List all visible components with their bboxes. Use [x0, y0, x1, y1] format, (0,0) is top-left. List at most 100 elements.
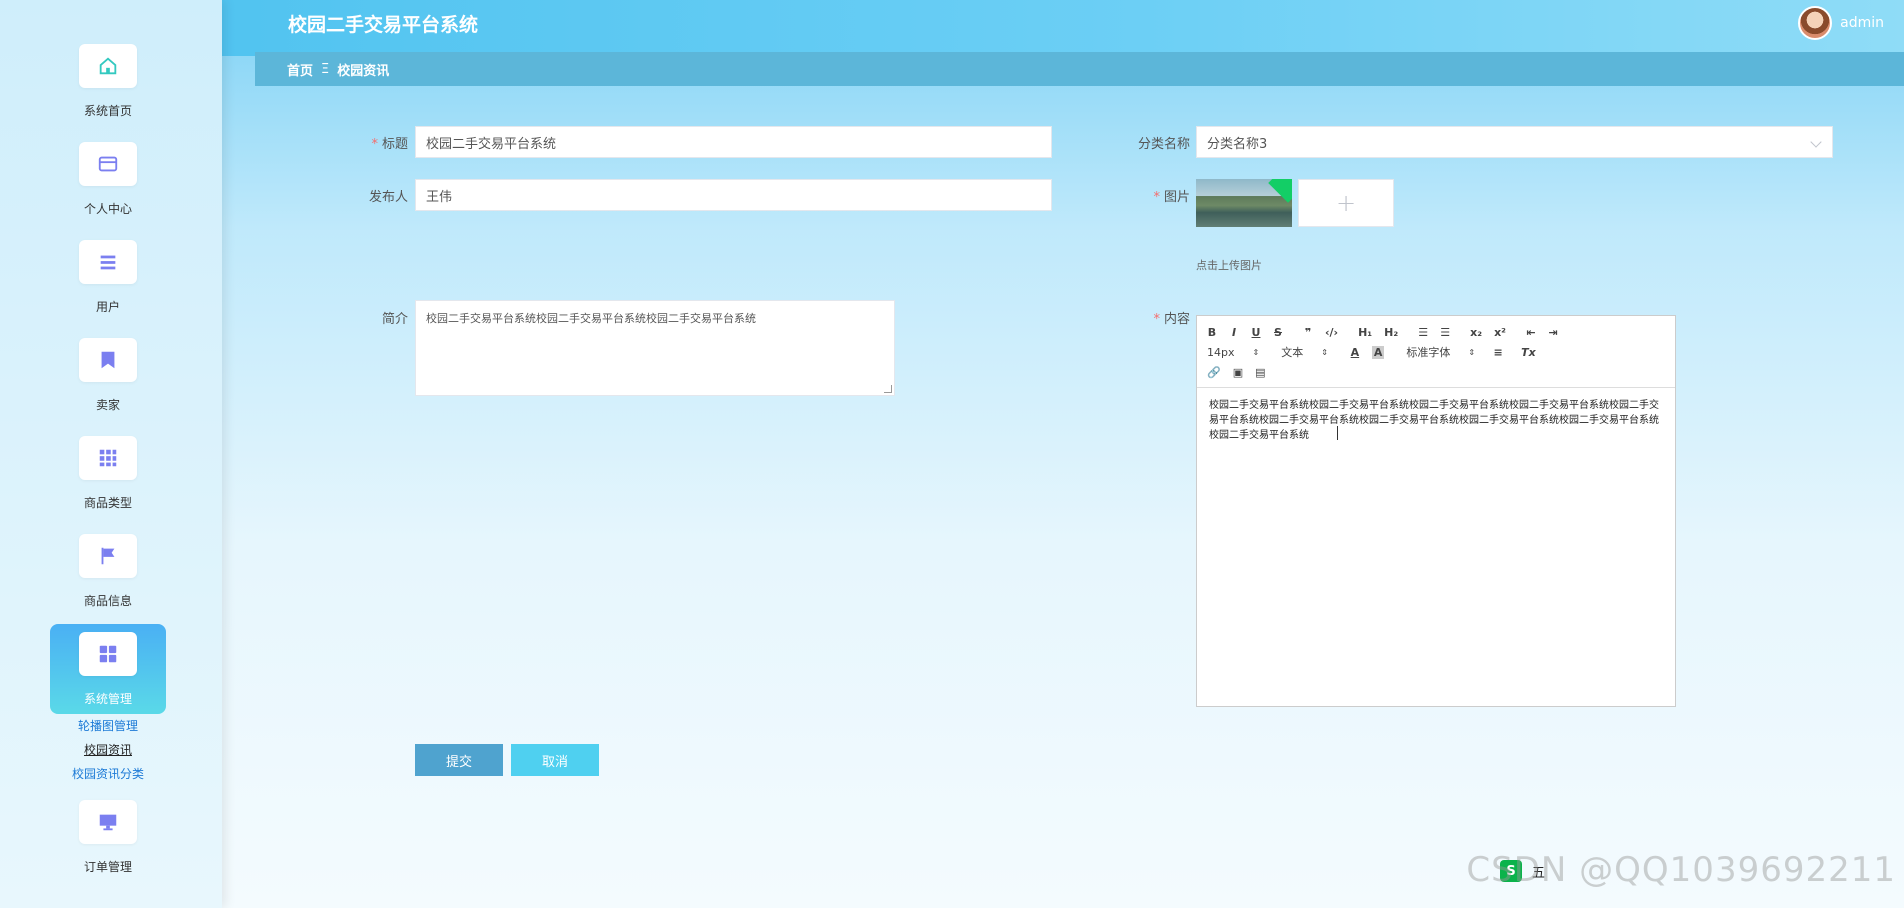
sidebar-item-label: 系统管理: [83, 692, 132, 706]
submenu-item-news-category[interactable]: 校园资讯分类: [50, 762, 166, 786]
sidebar: 系统首页 个人中心 用户 卖家 商品类型 商品信息 系统管理 轮播图管理 校园资…: [0, 0, 222, 908]
title-label-text: 标题: [381, 137, 408, 152]
submenu-item-news[interactable]: 校园资讯: [50, 738, 166, 762]
user-menu[interactable]: admin: [1798, 6, 1884, 40]
system-submenu: 轮播图管理 校园资讯 校园资讯分类: [50, 714, 166, 786]
sidebar-item-label: 用户: [95, 300, 120, 314]
text-color-button[interactable]: A: [1350, 346, 1360, 359]
title-input[interactable]: 校园二手交易平台系统: [415, 126, 1052, 158]
home-icon: [79, 44, 137, 88]
breadcrumb: 首页 Ξ 校园资讯: [255, 52, 1904, 86]
publisher-input-value: 王伟: [426, 189, 453, 205]
summary-label-text: 简介: [381, 312, 408, 327]
breadcrumb-home[interactable]: 首页: [287, 60, 313, 79]
sidebar-item-sellers[interactable]: 卖家: [50, 338, 166, 428]
header-select[interactable]: 文本 ⇕: [1281, 344, 1328, 360]
required-mark: *: [1153, 190, 1160, 205]
underline-button[interactable]: U: [1251, 326, 1261, 339]
required-mark: *: [371, 137, 378, 152]
uploaded-image-thumbnail[interactable]: [1196, 179, 1292, 227]
watermark: CSDN @QQ1039692211: [1466, 850, 1896, 890]
title-label: * 标题: [340, 133, 408, 152]
sidebar-item-product-types[interactable]: 商品类型: [50, 436, 166, 526]
image-upload-button[interactable]: +: [1298, 179, 1394, 227]
breadcrumb-current: 校园资讯: [337, 63, 390, 79]
ordered-list-button[interactable]: ☰: [1418, 326, 1428, 339]
required-mark: *: [1153, 312, 1160, 327]
avatar[interactable]: [1798, 6, 1833, 40]
publisher-label-text: 发布人: [368, 190, 408, 205]
sidebar-item-home[interactable]: 系统首页: [50, 44, 166, 134]
image-label: * 图片: [1100, 186, 1190, 205]
sidebar-item-label: 商品信息: [83, 594, 132, 608]
app-title: 校园二手交易平台系统: [288, 14, 479, 36]
submit-button[interactable]: 提交: [415, 744, 503, 776]
editor-toolbar: B I U S ❞ ‹/› H₁ H₂ ☰ ☰ x₂ x² ⇤ ⇥ 14px ⇕ …: [1197, 316, 1675, 388]
italic-button[interactable]: I: [1229, 326, 1239, 339]
image-insert-icon[interactable]: ▣: [1233, 366, 1243, 379]
upload-success-badge: [1268, 179, 1292, 203]
caret-updown-icon: ⇕: [1468, 347, 1476, 357]
bold-button[interactable]: B: [1207, 326, 1217, 339]
font-select[interactable]: 标准字体 ⇕: [1406, 344, 1475, 360]
link-icon[interactable]: 🔗: [1207, 366, 1221, 379]
content-label: * 内容: [1100, 308, 1190, 327]
list-icon: [79, 240, 137, 284]
sidebar-item-label: 订单管理: [83, 860, 132, 874]
outdent-button[interactable]: ⇤: [1526, 326, 1536, 339]
quote-button[interactable]: ❞: [1303, 326, 1313, 339]
apps-icon: [79, 632, 137, 676]
publisher-input[interactable]: 王伟: [415, 179, 1052, 211]
category-label: 分类名称: [1100, 133, 1190, 152]
clear-format-button[interactable]: Tx: [1521, 346, 1536, 359]
font-select-value: 标准字体: [1406, 346, 1451, 359]
sidebar-item-users[interactable]: 用户: [50, 240, 166, 330]
summary-label: 简介: [340, 308, 408, 327]
caret-updown-icon: ⇕: [1252, 347, 1260, 357]
sidebar-item-products[interactable]: 商品信息: [50, 534, 166, 624]
caret-updown-icon: ⇕: [1321, 347, 1328, 357]
image-label-text: 图片: [1163, 190, 1190, 205]
sidebar-item-profile[interactable]: 个人中心: [50, 142, 166, 232]
flag-icon: [79, 534, 137, 578]
sidebar-item-label: 卖家: [95, 398, 120, 412]
sidebar-item-label: 系统首页: [83, 104, 132, 118]
user-name[interactable]: admin: [1840, 15, 1884, 31]
align-button[interactable]: ≡: [1493, 346, 1503, 359]
background-color-button[interactable]: A: [1371, 345, 1385, 359]
rich-text-editor[interactable]: B I U S ❞ ‹/› H₁ H₂ ☰ ☰ x₂ x² ⇤ ⇥ 14px ⇕ …: [1196, 315, 1676, 707]
h1-button[interactable]: H₁: [1358, 326, 1372, 339]
size-select-value: 14px: [1207, 345, 1235, 359]
subscript-button[interactable]: x₂: [1470, 326, 1482, 339]
editor-content[interactable]: 校园二手交易平台系统校园二手交易平台系统校园二手交易平台系统校园二手交易平台系统…: [1197, 388, 1675, 453]
code-button[interactable]: ‹/›: [1325, 326, 1338, 339]
superscript-button[interactable]: x²: [1494, 326, 1506, 339]
bullet-list-button[interactable]: ☰: [1440, 326, 1450, 339]
sidebar-item-orders[interactable]: 订单管理: [50, 800, 166, 890]
category-select-value: 分类名称3: [1207, 136, 1268, 152]
resize-handle[interactable]: [884, 385, 892, 393]
chevron-down-icon: [1810, 136, 1822, 148]
summary-textarea[interactable]: 校园二手交易平台系统校园二手交易平台系统校园二手交易平台系统: [415, 300, 895, 396]
publisher-label: 发布人: [340, 186, 408, 205]
sidebar-item-label: 商品类型: [83, 496, 132, 510]
editor-content-text: 校园二手交易平台系统校园二手交易平台系统校园二手交易平台系统校园二手交易平台系统…: [1209, 400, 1659, 441]
grid-icon: [79, 436, 137, 480]
card-icon: [79, 142, 137, 186]
category-select[interactable]: 分类名称3: [1196, 126, 1833, 158]
strike-button[interactable]: S: [1273, 326, 1283, 339]
cancel-button[interactable]: 取消: [511, 744, 599, 776]
category-label-text: 分类名称: [1137, 137, 1190, 152]
indent-button[interactable]: ⇥: [1548, 326, 1558, 339]
size-select[interactable]: 14px ⇕: [1207, 346, 1259, 359]
submenu-item-banner[interactable]: 轮播图管理: [50, 714, 166, 738]
h2-button[interactable]: H₂: [1384, 326, 1398, 339]
sidebar-item-system[interactable]: 系统管理: [50, 624, 166, 714]
text-cursor-icon: [1337, 426, 1339, 440]
video-insert-icon[interactable]: ▤: [1255, 366, 1265, 379]
title-input-value: 校园二手交易平台系统: [426, 136, 557, 152]
upload-hint: 点击上传图片: [1196, 259, 1262, 272]
breadcrumb-separator: Ξ: [321, 61, 330, 77]
monitor-icon: [79, 800, 137, 844]
summary-textarea-value: 校园二手交易平台系统校园二手交易平台系统校园二手交易平台系统: [426, 312, 756, 325]
